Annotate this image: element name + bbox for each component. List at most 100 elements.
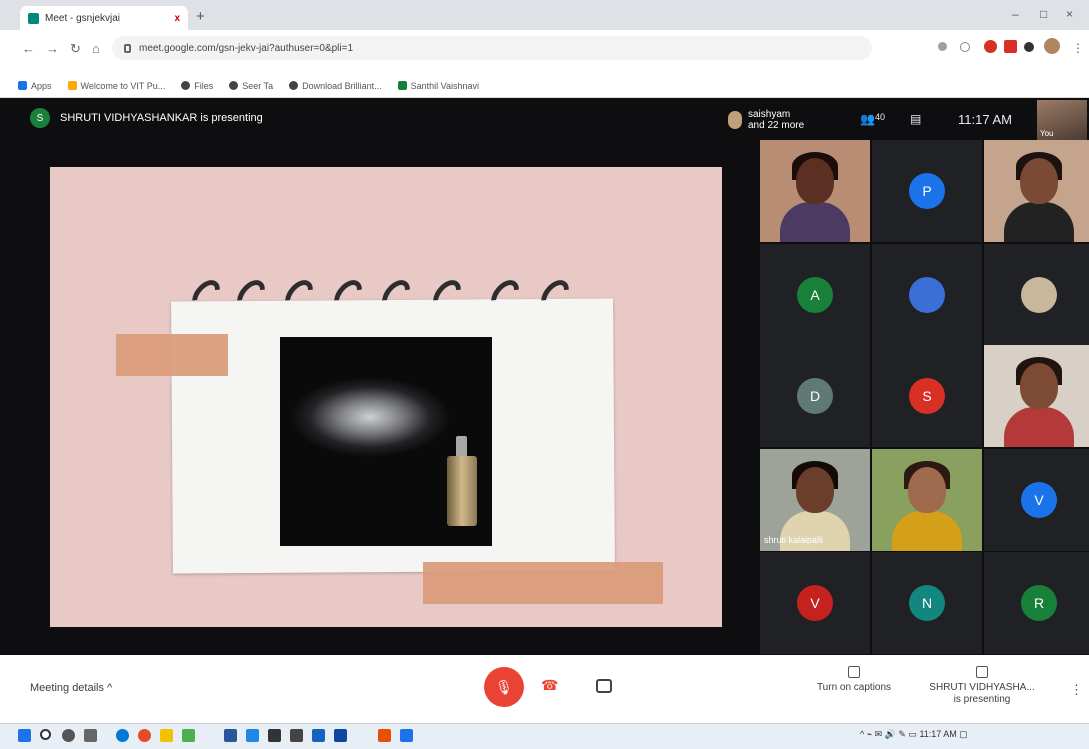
captions-button[interactable]: Turn on captions bbox=[800, 666, 908, 693]
app-icon[interactable] bbox=[290, 729, 303, 742]
tab-close-icon[interactable]: x bbox=[174, 13, 180, 24]
participant-tile[interactable]: V bbox=[760, 552, 870, 654]
chrome-menu-icon[interactable]: ⋮ bbox=[1072, 41, 1084, 55]
bookmark-apps[interactable]: Apps bbox=[18, 81, 52, 91]
forward-icon[interactable]: → bbox=[46, 41, 59, 56]
meeting-details-button[interactable]: Meeting details ^ bbox=[30, 682, 112, 694]
extension-puzzle-icon[interactable] bbox=[1024, 42, 1034, 52]
browser-tab[interactable]: Meet - gsnjekvjai x bbox=[20, 6, 188, 30]
present-now-button[interactable]: SHRUTI VIDHYASHA... is presenting bbox=[912, 666, 1052, 706]
bookmark-download[interactable]: Download Brilliant... bbox=[289, 81, 382, 91]
app-icon[interactable] bbox=[246, 729, 259, 742]
more-options-icon[interactable]: ⋮ bbox=[1070, 682, 1083, 698]
minimize-button[interactable]: – bbox=[1012, 7, 1019, 21]
reload-icon[interactable]: ↻ bbox=[70, 41, 81, 57]
participant-video bbox=[984, 140, 1089, 242]
bookmark-favicon-icon bbox=[397, 81, 407, 90]
extension-flag-icon[interactable] bbox=[1004, 40, 1017, 53]
participant-video-face bbox=[1020, 363, 1058, 409]
bookmarks-bar: Apps Welcome to VIT Pu... Files Seer Ta … bbox=[0, 74, 1089, 98]
chrome-icon[interactable] bbox=[138, 729, 151, 742]
meeting-clock: 11:17 AM bbox=[958, 112, 1012, 127]
url-input[interactable]: meet.google.com/gsn-jekv-jai?authuser=0&… bbox=[112, 36, 872, 60]
app-icon[interactable] bbox=[268, 729, 281, 742]
participant-name: shruti kalaipalli bbox=[764, 535, 824, 545]
app-icon[interactable] bbox=[400, 729, 413, 742]
participant-avatar: P bbox=[909, 173, 945, 209]
participant-video-face bbox=[908, 467, 946, 513]
participant-tile[interactable]: P bbox=[872, 140, 982, 242]
file-explorer-icon[interactable] bbox=[160, 729, 173, 742]
participant-avatar: N bbox=[909, 585, 945, 621]
search-icon[interactable] bbox=[40, 729, 51, 740]
participant-tile[interactable] bbox=[872, 244, 982, 346]
app-icon[interactable] bbox=[312, 729, 325, 742]
perfume-bottle-cap-graphic bbox=[456, 436, 467, 458]
hang-up-button[interactable]: ☎ bbox=[541, 677, 558, 694]
participant-video-face bbox=[1020, 158, 1058, 204]
bookmark-files[interactable]: Files bbox=[181, 81, 213, 91]
presenter-banner: S SHRUTI VIDHYASHANKAR is presenting bbox=[30, 108, 263, 128]
apps-grid-icon bbox=[18, 81, 27, 90]
app-icon[interactable] bbox=[334, 729, 347, 742]
bookmark-welcome[interactable]: Welcome to VIT Pu... bbox=[67, 81, 165, 91]
edge-icon[interactable] bbox=[116, 729, 129, 742]
close-window-button[interactable]: × bbox=[1066, 7, 1073, 21]
meeting-top-bar: saishyam and 22 more bbox=[724, 100, 1089, 140]
participant-avatar bbox=[909, 277, 945, 313]
meeting-details-label: Meeting details bbox=[30, 682, 104, 694]
participant-video-body bbox=[1004, 202, 1074, 242]
people-button[interactable]: 👥40 bbox=[860, 112, 885, 126]
app-icon[interactable] bbox=[378, 729, 391, 742]
extension-red-icon[interactable] bbox=[984, 40, 997, 53]
participant-tile[interactable]: D bbox=[760, 345, 870, 447]
bookmark-seer[interactable]: Seer Ta bbox=[229, 81, 273, 91]
participant-tile[interactable] bbox=[872, 449, 982, 551]
camera-toggle-button[interactable] bbox=[596, 679, 612, 693]
participant-avatar: A bbox=[797, 277, 833, 313]
globe-icon bbox=[229, 81, 239, 90]
participant-tile[interactable]: A bbox=[760, 244, 870, 346]
participant-tile[interactable]: S bbox=[872, 345, 982, 447]
url-text: meet.google.com/gsn-jekv-jai?authuser=0&… bbox=[139, 42, 354, 54]
participant-avatar: V bbox=[1021, 482, 1057, 518]
viewer-avatar bbox=[728, 111, 742, 129]
star-icon[interactable] bbox=[960, 42, 970, 52]
mic-off-button[interactable]: 🎙 bbox=[484, 667, 524, 707]
system-tray[interactable]: ^ ⌁ ✉ 🔊 ✎ ▭ 11:17 AM ▢ bbox=[860, 729, 968, 740]
participant-tile[interactable] bbox=[984, 345, 1089, 447]
participant-tile[interactable]: shruti kalaipalli bbox=[760, 449, 870, 551]
chat-icon[interactable]: ▤ bbox=[910, 112, 921, 126]
new-tab-button[interactable]: + bbox=[196, 8, 205, 25]
perfume-bottle-graphic bbox=[447, 456, 477, 526]
participant-avatar: S bbox=[909, 378, 945, 414]
tray-icons: ^ ⌁ ✉ 🔊 ✎ ▭ bbox=[860, 729, 920, 739]
tape-strip-graphic bbox=[423, 562, 663, 604]
presenting-name: SHRUTI VIDHYASHA... bbox=[929, 682, 1035, 693]
people-icon: 👥 bbox=[860, 112, 875, 126]
participant-tile[interactable] bbox=[984, 244, 1089, 346]
participant-tile[interactable]: V bbox=[984, 449, 1089, 551]
task-view-icon[interactable] bbox=[84, 729, 97, 742]
self-view-tile[interactable]: You bbox=[1037, 100, 1087, 140]
participant-avatar bbox=[1021, 277, 1057, 313]
camera-indicator-icon[interactable] bbox=[938, 42, 947, 51]
participant-count: 40 bbox=[874, 112, 885, 122]
participant-tile[interactable] bbox=[760, 140, 870, 242]
participant-video-body bbox=[892, 511, 962, 551]
participant-tile[interactable]: R bbox=[984, 552, 1089, 654]
profile-avatar-icon[interactable] bbox=[1044, 38, 1060, 54]
cortana-icon[interactable] bbox=[62, 729, 75, 742]
back-icon[interactable]: ← bbox=[22, 41, 35, 56]
lock-icon bbox=[124, 43, 131, 53]
maximize-button[interactable]: □ bbox=[1040, 7, 1047, 21]
home-icon[interactable]: ⌂ bbox=[92, 41, 100, 56]
bookmark-santhil[interactable]: Santhil Vaishnavi bbox=[397, 81, 479, 91]
participant-video-body bbox=[780, 511, 850, 551]
participant-tile[interactable] bbox=[984, 140, 1089, 242]
word-icon[interactable] bbox=[224, 729, 237, 742]
store-icon[interactable] bbox=[182, 729, 195, 742]
participant-tile[interactable]: N bbox=[872, 552, 982, 654]
start-button-icon[interactable] bbox=[18, 729, 31, 742]
notification-icon: ▢ bbox=[956, 729, 968, 739]
